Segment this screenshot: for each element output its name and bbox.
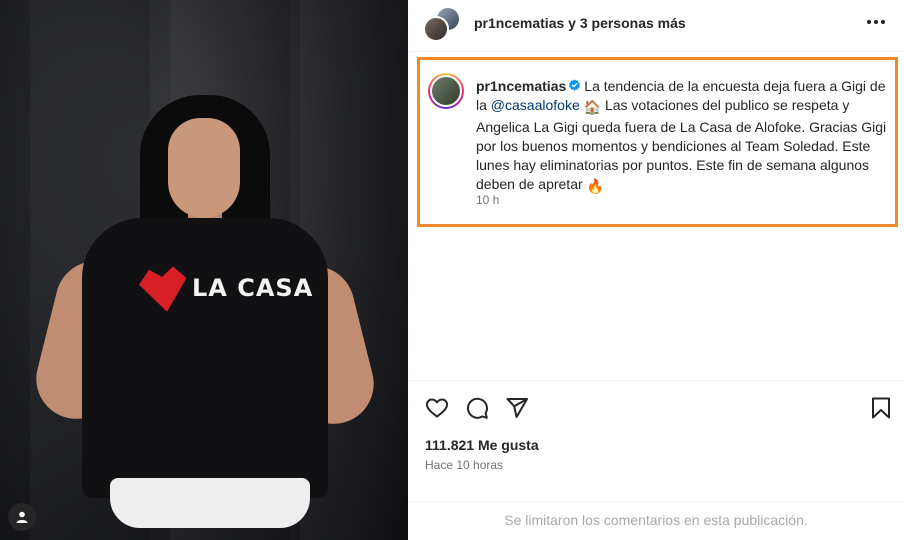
send-icon[interactable]	[504, 395, 530, 421]
more-horizontal-icon[interactable]	[860, 10, 892, 34]
caption-highlight: pr1ncematias La tendencia de la encuesta …	[417, 57, 898, 227]
caption-timestamp[interactable]: 10 h	[476, 193, 499, 207]
heart-icon[interactable]	[424, 395, 450, 421]
coauthor-avatars[interactable]	[423, 6, 461, 44]
avatar[interactable]	[423, 16, 449, 42]
comments-limited-notice: Se limitaron los comentarios en esta pub…	[408, 501, 904, 540]
author-username[interactable]: pr1ncematias	[474, 15, 564, 31]
post-header: pr1ncematias y 3 personas más	[408, 0, 904, 52]
post-side-panel: pr1ncematias y 3 personas más pr1ncemati…	[408, 0, 904, 540]
avatar[interactable]	[428, 73, 464, 109]
house-emoji: 🏠	[583, 99, 602, 116]
caption-mention[interactable]: @casaalofoke	[491, 97, 580, 113]
photo-shirt	[82, 218, 328, 498]
coauthors-link[interactable]: y 3 personas más	[568, 15, 686, 31]
post-actions: 111.821 Me gusta Hace 10 horas Se limita…	[408, 380, 904, 540]
photo-face	[168, 118, 240, 218]
tagged-users-icon[interactable]	[8, 503, 36, 531]
photo-skirt	[110, 478, 310, 528]
post-photo[interactable]: LA CASA	[0, 0, 408, 540]
shirt-logo-text: LA CASA	[192, 274, 314, 302]
fire-emoji: 🔥	[586, 178, 604, 195]
likes-count[interactable]: 111.821 Me gusta	[425, 437, 539, 453]
post-timestamp[interactable]: Hace 10 horas	[425, 458, 503, 472]
comment-icon[interactable]	[464, 395, 490, 421]
caption-text: pr1ncematias La tendencia de la encuesta …	[476, 77, 894, 197]
bookmark-icon[interactable]	[868, 395, 894, 421]
verified-badge-icon	[569, 79, 581, 91]
caption-username[interactable]: pr1ncematias	[476, 78, 566, 94]
post-authors: pr1ncematias y 3 personas más	[474, 14, 686, 32]
